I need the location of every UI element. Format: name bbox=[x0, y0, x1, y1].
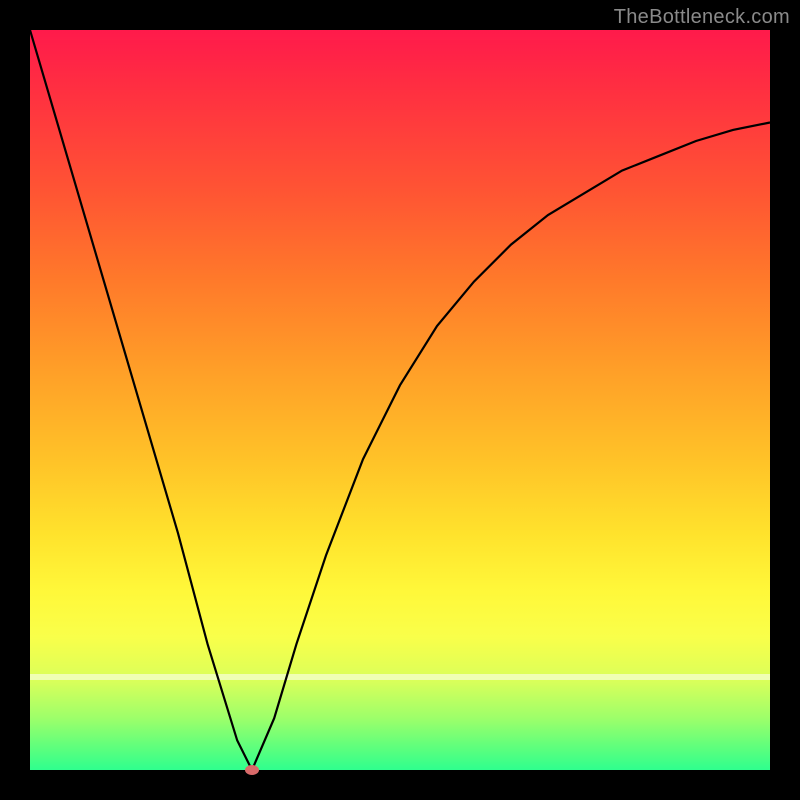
curve-path bbox=[30, 30, 770, 770]
plot-area bbox=[30, 30, 770, 770]
minimum-marker bbox=[245, 765, 259, 775]
watermark-text: TheBottleneck.com bbox=[614, 6, 790, 29]
bottleneck-curve bbox=[30, 30, 770, 770]
chart-frame: TheBottleneck.com bbox=[0, 0, 800, 800]
